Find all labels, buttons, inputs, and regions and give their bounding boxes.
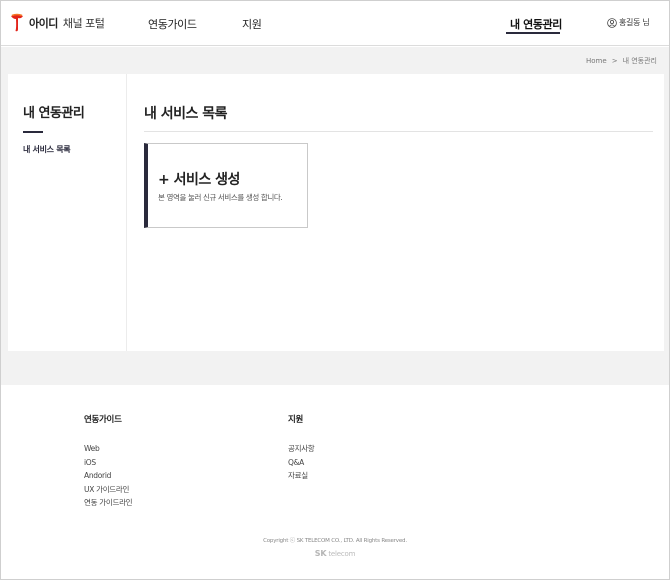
footer-link-integration-guideline[interactable]: 연동 가이드라인 xyxy=(84,496,133,510)
user-menu[interactable]: 홍길동 님 xyxy=(607,17,650,28)
footer-heading-guide: 연동가이드 xyxy=(84,415,122,425)
title-divider xyxy=(144,131,653,132)
sk-logo-mark: SK xyxy=(314,549,327,558)
page-title: 내 서비스 목록 xyxy=(144,106,228,122)
logo[interactable]: 아이디 채널 포털 xyxy=(9,13,105,33)
breadcrumb-home[interactable]: Home xyxy=(586,57,607,65)
create-service-description: 본 영역을 눌러 신규 서비스를 생성 합니다. xyxy=(158,193,283,202)
header: 아이디 채널 포털 연동가이드 지원 내 연동관리 홍길동 님 xyxy=(1,1,669,46)
create-service-card[interactable]: + 서비스 생성 본 영역을 눌러 신규 서비스를 생성 합니다. xyxy=(144,143,308,228)
nav-my-integration[interactable]: 내 연동관리 xyxy=(510,16,562,32)
footer-link-ios[interactable]: iOS xyxy=(84,456,132,470)
logo-subtitle: 채널 포털 xyxy=(62,17,105,30)
breadcrumb: Home > 내 연동관리 xyxy=(586,56,657,66)
nav-guide[interactable]: 연동가이드 xyxy=(148,16,197,32)
create-service-title: + 서비스 생성 xyxy=(158,172,240,188)
user-icon xyxy=(607,17,617,28)
footer-link-qna[interactable]: Q&A xyxy=(288,456,314,470)
footer-link-web[interactable]: Web xyxy=(84,442,132,456)
footer: 연동가이드 Web iOS Andorid UX 가이드라인 연동 가이드라인 … xyxy=(1,385,669,579)
sidebar: 내 연동관리 내 서비스 목록 xyxy=(8,74,127,351)
user-name: 홍길동 님 xyxy=(619,18,650,27)
footer-link-archive[interactable]: 자료실 xyxy=(288,469,314,483)
footer-link-android[interactable]: Andorid xyxy=(84,469,132,483)
footer-link-ux-guideline[interactable]: UX 가이드라인 xyxy=(84,483,132,497)
nav-active-indicator xyxy=(506,32,560,34)
sk-logo-text: telecom xyxy=(328,550,356,558)
breadcrumb-current: 내 연동관리 xyxy=(622,57,657,65)
content-card: 내 연동관리 내 서비스 목록 내 서비스 목록 + 서비스 생성 본 영역을 … xyxy=(8,74,664,351)
page-frame: 아이디 채널 포털 연동가이드 지원 내 연동관리 홍길동 님 Home > 내… xyxy=(0,0,670,580)
sk-telecom-logo: SK telecom xyxy=(1,549,669,558)
t-logo-icon xyxy=(11,13,23,32)
logo-brand: 아이디 xyxy=(29,17,58,30)
footer-link-notice[interactable]: 공지사항 xyxy=(288,442,315,456)
sidebar-title: 내 연동관리 xyxy=(23,106,85,121)
footer-heading-support: 지원 xyxy=(288,415,304,425)
sidebar-item-service-list[interactable]: 내 서비스 목록 xyxy=(23,144,71,155)
footer-column-support: 지원 공지사항 Q&A 자료실 xyxy=(288,413,315,483)
breadcrumb-separator-icon: > xyxy=(611,57,618,65)
copyright: Copyright ⓒ SK TELECOM CO., LTD. All Rig… xyxy=(263,538,407,544)
sidebar-title-underline xyxy=(23,131,43,133)
nav-support[interactable]: 지원 xyxy=(242,16,262,32)
footer-column-guide: 연동가이드 Web iOS Andorid UX 가이드라인 연동 가이드라인 xyxy=(84,413,133,510)
